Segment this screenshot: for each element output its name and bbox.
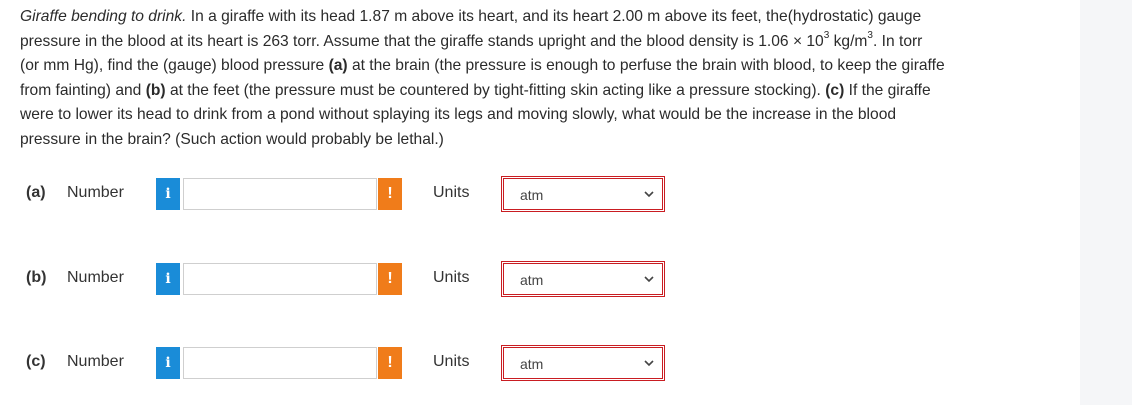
number-label: Number: [67, 269, 124, 286]
problem-line-3: (or mm Hg), find the (gauge) blood press…: [20, 54, 1060, 79]
number-input-c[interactable]: [183, 347, 377, 379]
problem-text: kg/m: [829, 32, 868, 50]
units-select-value: atm: [520, 272, 544, 288]
units-label: Units: [433, 184, 470, 201]
answer-row-a: (a) Number i ! Units atm: [0, 176, 700, 216]
part-marker-c: (c): [825, 81, 845, 99]
chevron-down-icon: [644, 360, 654, 367]
problem-title: Giraffe bending to drink.: [20, 8, 187, 25]
problem-text: In a giraffe with its head 1.87 m above …: [186, 8, 922, 25]
answer-row-b: (b) Number i ! Units atm: [0, 261, 700, 301]
side-panel: [1080, 0, 1132, 405]
units-select-a[interactable]: atm: [501, 176, 665, 212]
number-label: Number: [67, 184, 124, 201]
number-input-a[interactable]: [183, 178, 377, 210]
warning-icon: !: [378, 347, 402, 379]
problem-text: at the feet (the pressure must be counte…: [165, 81, 826, 99]
warning-icon: !: [378, 263, 402, 295]
part-marker-a: (a): [328, 57, 348, 74]
problem-line-2: pressure in the blood at its heart is 26…: [20, 30, 1060, 55]
problem-text: from fainting) and: [20, 81, 146, 99]
units-select-inner: atm: [503, 347, 663, 379]
warning-icon: !: [378, 178, 402, 210]
units-select-inner: atm: [503, 263, 663, 295]
problem-text: (or mm Hg), find the (gauge) blood press…: [20, 57, 329, 74]
problem-text: . In torr: [872, 32, 923, 50]
problem-line-1: Giraffe bending to drink. In a giraffe w…: [20, 5, 1060, 30]
info-icon[interactable]: i: [156, 347, 180, 379]
info-icon[interactable]: i: [156, 263, 180, 295]
problem-text: were to lower its head to drink from a p…: [20, 106, 897, 123]
part-label: (a): [26, 184, 46, 201]
units-select-inner: atm: [503, 178, 663, 210]
part-label: (b): [26, 269, 47, 286]
chevron-down-icon: [644, 276, 654, 283]
units-label: Units: [433, 353, 470, 370]
problem-text: at the brain (the pressure is enough to …: [347, 57, 945, 74]
problem-text: pressure in the blood at its heart is 26…: [20, 32, 824, 50]
exponent: 3: [823, 30, 830, 42]
info-icon[interactable]: i: [156, 178, 180, 210]
number-input-b[interactable]: [183, 263, 377, 295]
units-select-c[interactable]: atm: [501, 345, 665, 381]
problem-text: If the giraffe: [844, 81, 931, 99]
part-label: (c): [26, 353, 46, 370]
exponent: 3: [867, 30, 873, 42]
units-select-value: atm: [520, 187, 544, 203]
units-select-b[interactable]: atm: [501, 261, 665, 297]
problem-line-6: pressure in the brain? (Such action woul…: [20, 128, 1060, 153]
chevron-down-icon: [644, 191, 654, 198]
problem-statement: Giraffe bending to drink. In a giraffe w…: [20, 5, 1060, 152]
units-label: Units: [433, 269, 470, 286]
problem-text: pressure in the brain? (Such action woul…: [20, 130, 444, 148]
units-select-value: atm: [520, 356, 544, 372]
answer-row-c: (c) Number i ! Units atm: [0, 345, 700, 385]
problem-line-4: from fainting) and (b) at the feet (the …: [20, 79, 1060, 104]
part-marker-b: (b): [145, 81, 166, 99]
problem-line-5: were to lower its head to drink from a p…: [20, 103, 1060, 128]
number-label: Number: [67, 353, 124, 370]
